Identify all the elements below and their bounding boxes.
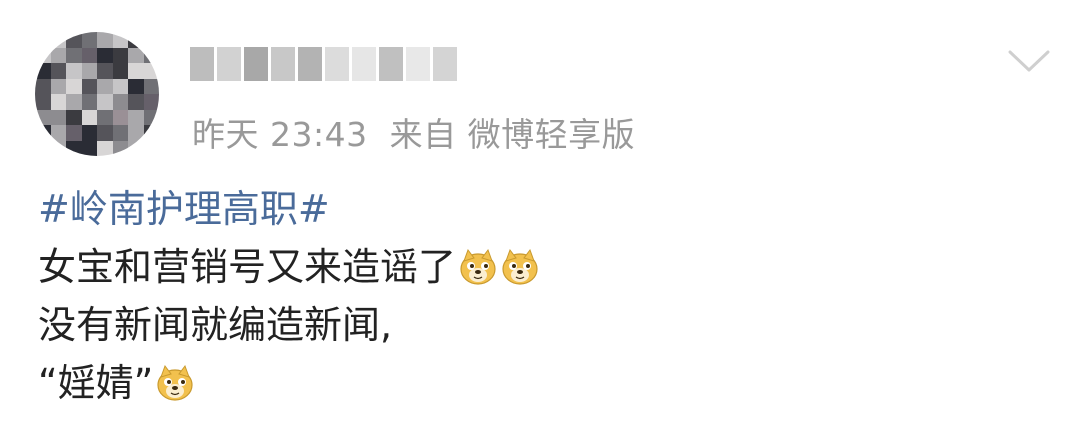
avatar-pixel (35, 94, 51, 110)
avatar-pixel (50, 94, 66, 110)
username-blur-block (217, 47, 241, 81)
avatar-pixel (97, 47, 113, 63)
username-blurred[interactable] (190, 44, 457, 84)
avatar-pixel (112, 109, 128, 125)
avatar-pixel (81, 140, 97, 156)
post-source: 来自 微博轻享版 (389, 115, 636, 154)
avatar-pixel (81, 78, 97, 94)
avatar-pixel (112, 47, 128, 63)
avatar-pixel (128, 125, 144, 141)
avatar-pixel (66, 78, 82, 94)
avatar-pixel (50, 125, 66, 141)
post-text-line-1: 女宝和营销号又来造谣了 (38, 245, 457, 289)
avatar-pixel (128, 47, 144, 63)
avatar-pixel (35, 78, 51, 94)
avatar-pixel (35, 125, 51, 141)
avatar-pixel (50, 63, 66, 79)
avatar-pixel (81, 32, 97, 48)
doge-emoji-icon (502, 248, 538, 285)
doge-emoji-icon (157, 364, 193, 401)
avatar-pixel (35, 140, 51, 156)
avatar-pixel (66, 109, 82, 125)
username-blur-block (298, 47, 322, 81)
chevron-down-icon[interactable] (1004, 40, 1054, 80)
doge-emoji-icon (460, 248, 496, 285)
avatar-pixel (143, 125, 159, 141)
avatar-pixel (128, 32, 144, 48)
avatar-pixel (97, 94, 113, 110)
username-blur-block (379, 47, 403, 81)
avatar-pixel (112, 94, 128, 110)
avatar-pixel (112, 63, 128, 79)
avatar-pixel (81, 109, 97, 125)
avatar-pixel (143, 94, 159, 110)
avatar-pixel (81, 94, 97, 110)
username-blur-block (190, 47, 214, 81)
username-blur-block (244, 47, 268, 81)
avatar-pixel (97, 63, 113, 79)
avatar-pixel (128, 140, 144, 156)
avatar-pixel (143, 78, 159, 94)
avatar-pixel (50, 140, 66, 156)
avatar-pixel (143, 109, 159, 125)
avatar-pixel (35, 47, 51, 63)
avatar-pixel (128, 78, 144, 94)
avatar-pixel (81, 63, 97, 79)
avatar-pixel (66, 94, 82, 110)
avatar-pixel (143, 140, 159, 156)
avatar-pixel (97, 32, 113, 48)
post-time: 昨天 23:43 (192, 115, 368, 154)
avatar-pixel (143, 63, 159, 79)
avatar[interactable] (35, 32, 159, 156)
username-blur-block (352, 47, 376, 81)
username-blur-block (406, 47, 430, 81)
avatar-pixel (66, 63, 82, 79)
post-meta: 昨天 23:43 来自 微博轻享版 (192, 108, 657, 156)
avatar-pixel (97, 78, 113, 94)
avatar-pixel (50, 47, 66, 63)
post-content: #岭南护理高职# 女宝和营销号又来造谣了 没有新闻就编造新闻, “婬婧” (38, 180, 540, 412)
post-text-line-3: “婬婧” (38, 361, 154, 405)
avatar-pixel (50, 78, 66, 94)
avatar-pixel (35, 32, 51, 48)
avatar-pixel (128, 63, 144, 79)
avatar-pixel (66, 140, 82, 156)
avatar-pixel (35, 63, 51, 79)
avatar-pixel (112, 125, 128, 141)
avatar-pixel (97, 140, 113, 156)
avatar-pixel (66, 32, 82, 48)
avatar-pixel (97, 109, 113, 125)
avatar-pixel (112, 32, 128, 48)
username-blur-block (433, 47, 457, 81)
avatar-pixel (143, 32, 159, 48)
avatar-pixel (50, 32, 66, 48)
avatar-pixel (112, 140, 128, 156)
avatar-pixel (112, 78, 128, 94)
avatar-pixel (128, 94, 144, 110)
avatar-pixel (81, 125, 97, 141)
avatar-pixel (50, 109, 66, 125)
avatar-pixel (143, 47, 159, 63)
avatar-pixel (35, 109, 51, 125)
username-blur-block (271, 47, 295, 81)
avatar-pixel (66, 125, 82, 141)
username-blur-block (325, 47, 349, 81)
topic-link[interactable]: #岭南护理高职# (38, 180, 330, 238)
avatar-pixel (66, 47, 82, 63)
post-text-line-2: 没有新闻就编造新闻, (38, 303, 393, 347)
avatar-pixel (128, 109, 144, 125)
avatar-pixel (81, 47, 97, 63)
avatar-pixel (97, 125, 113, 141)
